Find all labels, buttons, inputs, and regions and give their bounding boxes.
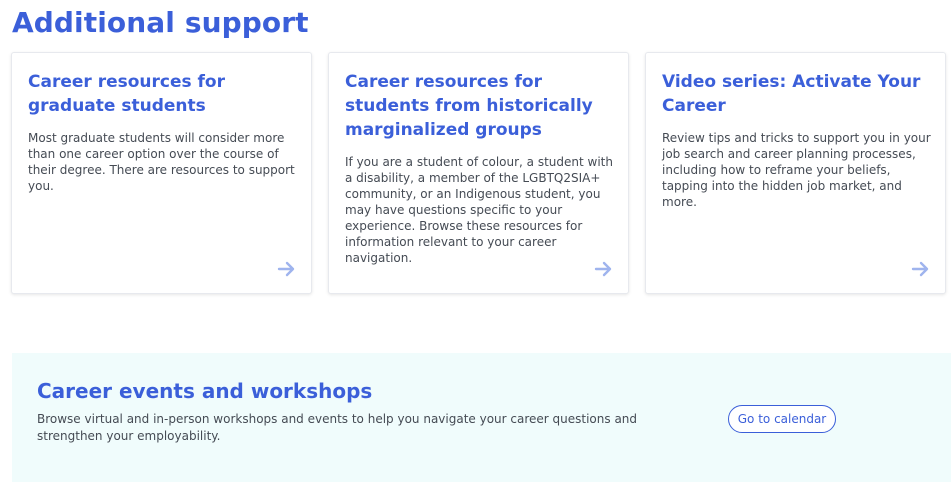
events-description: Browse virtual and in-person workshops a… [37,412,638,443]
card-description: Most graduate students will consider mor… [28,131,295,193]
page: Additional support Career resources for … [0,0,951,490]
card-marginalized-groups-resources[interactable]: Career resources for students from histo… [328,52,629,294]
card-title: Video series: Activate Your Career [662,72,921,116]
card-graduate-resources[interactable]: Career resources for graduate students M… [11,52,312,294]
events-banner: Career events and workshops Browse virtu… [12,353,951,482]
card-description: If you are a student of colour, a studen… [345,155,613,265]
arrow-right-icon[interactable] [911,261,931,277]
card-video-series[interactable]: Video series: Activate Your Career Revie… [645,52,946,294]
arrow-right-icon[interactable] [594,261,614,277]
support-cards: Career resources for graduate students M… [11,52,951,296]
go-to-calendar-button[interactable]: Go to calendar [728,405,836,433]
section-title: Additional support [12,6,309,39]
events-title: Career events and workshops [37,379,373,403]
arrow-right-icon[interactable] [277,261,297,277]
card-description: Review tips and tricks to support you in… [662,131,931,209]
card-title: Career resources for graduate students [28,72,225,116]
card-title: Career resources for students from histo… [345,72,593,140]
